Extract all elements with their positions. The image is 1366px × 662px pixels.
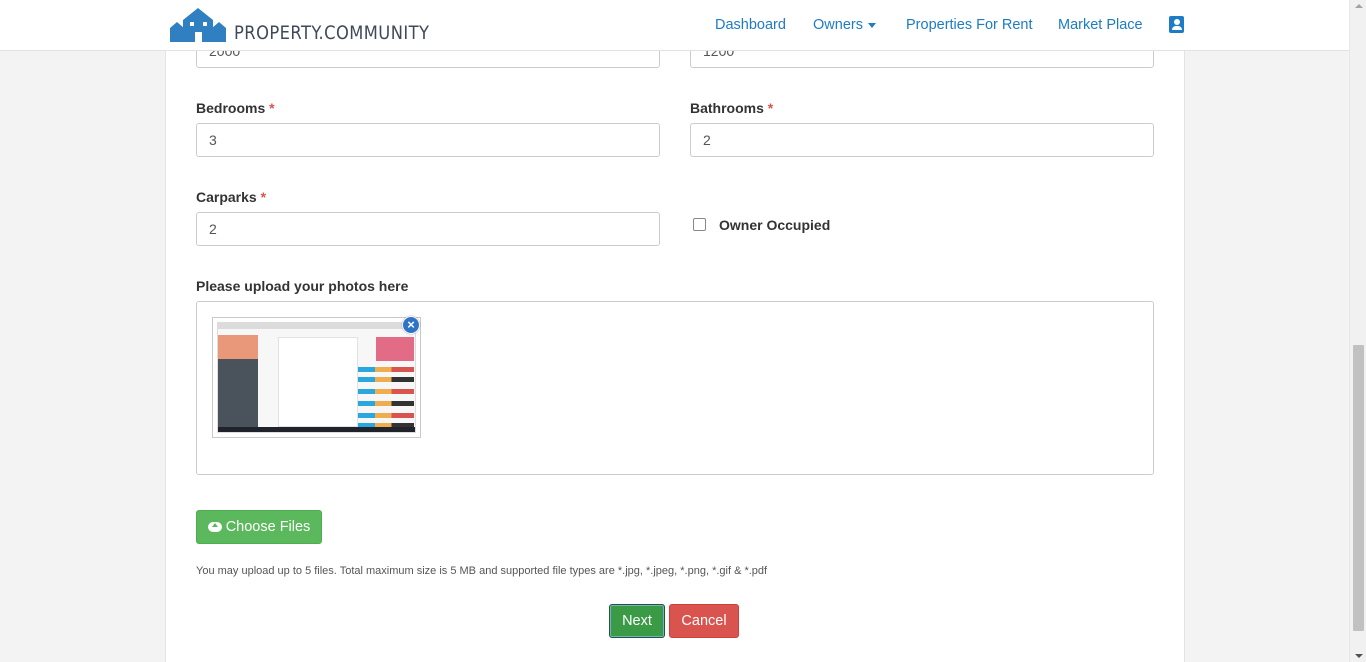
scroll-down-arrow-icon[interactable] xyxy=(1355,654,1363,658)
house-logo-icon xyxy=(170,8,226,42)
nav-market-place[interactable]: Market Place xyxy=(1058,17,1143,33)
scroll-up-arrow-icon[interactable] xyxy=(1355,4,1363,8)
preview-row xyxy=(358,413,414,418)
nav-properties-for-rent[interactable]: Properties For Rent xyxy=(906,17,1033,33)
user-head-shape xyxy=(1173,19,1180,25)
preview-row xyxy=(358,389,414,394)
preview-sidebar-header xyxy=(218,335,258,359)
photo-thumbnail[interactable] xyxy=(212,317,421,438)
brand-logo[interactable]: PROPERTY.COMMUNITY xyxy=(169,4,461,44)
choose-files-button[interactable]: Choose Files xyxy=(196,510,322,544)
bedrooms-input[interactable] xyxy=(196,123,660,157)
preview-pink-block xyxy=(376,337,414,361)
required-marker: * xyxy=(260,189,267,205)
bedrooms-label-text: Bedrooms xyxy=(196,100,266,116)
upload-help-text: You may upload up to 5 files. Total maxi… xyxy=(196,565,768,577)
bedrooms-label: Bedrooms * xyxy=(196,100,275,116)
next-button[interactable]: Next xyxy=(609,604,665,638)
preview-taskbar xyxy=(218,427,415,432)
carparks-label-text: Carparks xyxy=(196,189,257,205)
bathrooms-label: Bathrooms * xyxy=(690,100,773,116)
remove-photo-button[interactable]: × xyxy=(402,316,420,334)
user-body-shape xyxy=(1171,26,1182,30)
nav-dashboard[interactable]: Dashboard xyxy=(715,17,786,33)
owner-occupied-label[interactable]: Owner Occupied xyxy=(719,217,830,233)
choose-files-label: Choose Files xyxy=(225,519,311,535)
preview-row xyxy=(358,377,414,382)
page-scrollbar[interactable] xyxy=(1349,0,1366,662)
cloud-upload-icon xyxy=(207,522,222,532)
bathrooms-input[interactable] xyxy=(690,123,1154,157)
owner-occupied-checkbox[interactable] xyxy=(693,218,706,231)
top-navbar: PROPERTY.COMMUNITY Dashboard Owners Prop… xyxy=(0,0,1349,51)
user-card-icon[interactable] xyxy=(1169,16,1184,33)
preview-row xyxy=(358,367,414,372)
preview-panel xyxy=(278,337,358,427)
nav-owners[interactable]: Owners xyxy=(813,17,876,33)
preview-tabbar xyxy=(218,323,415,329)
photo-preview-image xyxy=(217,322,416,433)
bathrooms-label-text: Bathrooms xyxy=(690,100,764,116)
carparks-label: Carparks * xyxy=(196,189,266,205)
required-marker: * xyxy=(269,100,275,116)
required-marker: * xyxy=(767,100,774,116)
nav-owners-label: Owners xyxy=(813,17,863,33)
cancel-button[interactable]: Cancel xyxy=(669,604,739,638)
brand-name: PROPERTY.COMMUNITY xyxy=(234,22,430,44)
preview-row xyxy=(358,401,414,406)
upload-label: Please upload your photos here xyxy=(196,278,409,294)
caret-down-icon xyxy=(867,22,876,28)
scrollbar-thumb[interactable] xyxy=(1353,345,1364,631)
carparks-input[interactable] xyxy=(196,212,660,246)
